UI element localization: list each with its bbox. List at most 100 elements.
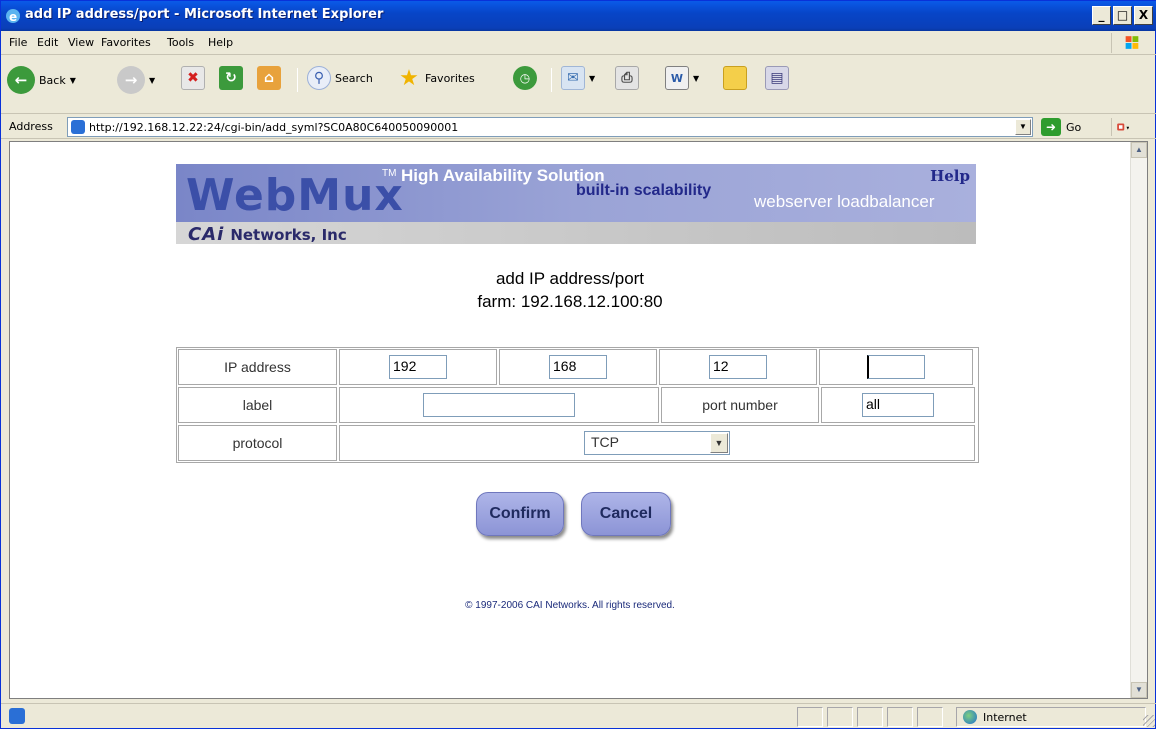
port-number-input[interactable]: all	[862, 393, 934, 417]
go-button[interactable]: ➜ Go	[1041, 118, 1081, 136]
ip-octet-1-input[interactable]: 192	[389, 355, 447, 379]
edit-button[interactable]: W ▼	[665, 66, 699, 90]
toolbar-separator	[551, 68, 552, 92]
folder-icon	[723, 66, 747, 90]
title-bar[interactable]: e add IP address/port - Microsoft Intern…	[1, 1, 1156, 31]
status-pane	[797, 707, 823, 727]
trademark-mark: TM	[382, 168, 397, 179]
scroll-up-icon[interactable]: ▲	[1131, 142, 1147, 158]
protocol-selected-value: TCP	[591, 434, 619, 450]
address-url: http://192.168.12.22:24/cgi-bin/add_syml…	[89, 121, 459, 134]
port-input-cell: all	[821, 387, 975, 423]
menu-bar: File Edit View Favorites Tools Help	[1, 31, 1156, 55]
protocol-label: protocol	[178, 425, 337, 461]
protocol-select-cell: TCP ▼	[339, 425, 975, 461]
vertical-scrollbar[interactable]: ▲ ▼	[1130, 142, 1147, 698]
protocol-select[interactable]: TCP ▼	[584, 431, 730, 455]
confirm-button[interactable]: Confirm	[476, 492, 564, 536]
forward-arrow-icon: →	[117, 66, 145, 94]
ip-octet-2-input[interactable]: 168	[549, 355, 607, 379]
label-input[interactable]	[423, 393, 575, 417]
label-label: label	[178, 387, 337, 423]
page-title: add IP address/port	[495, 269, 645, 288]
window-title: add IP address/port - Microsoft Internet…	[25, 7, 384, 22]
svg-text:▼: ▼	[1125, 126, 1129, 131]
address-input[interactable]: http://192.168.12.22:24/cgi-bin/add_syml…	[67, 117, 1033, 137]
octet-3-cell: 12	[659, 349, 817, 385]
port-number-label: port number	[661, 387, 819, 423]
windows-logo-icon	[1111, 33, 1139, 53]
label-row: label port number all	[177, 386, 978, 424]
toolbar-separator	[297, 68, 298, 92]
forward-button[interactable]: → ▼	[117, 66, 155, 94]
webmux-logo: WebMux	[186, 170, 404, 221]
company-name: Networks, Inc	[230, 225, 347, 244]
folder-button[interactable]	[723, 66, 747, 90]
search-button[interactable]: ⚲ Search	[307, 66, 373, 90]
scroll-down-icon[interactable]: ▼	[1131, 682, 1147, 698]
refresh-button[interactable]: ↻	[219, 66, 243, 90]
ip-octet-3-input[interactable]: 12	[709, 355, 767, 379]
cancel-button[interactable]: Cancel	[581, 492, 671, 536]
menu-help[interactable]: Help	[208, 36, 233, 49]
home-button[interactable]: ⌂	[257, 66, 281, 90]
ie-icon: e	[6, 9, 20, 24]
mail-icon: ✉	[561, 66, 585, 90]
toolbar: ← Back ▼ → ▼ ✖ ↻ ⌂ ⚲ Search ★ Favorites …	[1, 56, 1156, 114]
back-dropdown-icon[interactable]: ▼	[70, 76, 76, 85]
menu-edit[interactable]: Edit	[37, 36, 58, 49]
refresh-icon: ↻	[219, 66, 243, 90]
ip-octet-4-input[interactable]	[867, 355, 925, 379]
resize-grip-icon[interactable]	[1143, 715, 1155, 727]
webmux-banner: WebMux TM High Availability Solution bui…	[176, 164, 976, 245]
page-viewport: WebMux TM High Availability Solution bui…	[9, 141, 1148, 699]
menu-tools[interactable]: Tools	[167, 36, 194, 49]
copyright-text: © 1997-2006 CAI Networks. All rights res…	[465, 600, 675, 611]
forward-dropdown-icon[interactable]: ▼	[149, 76, 155, 85]
back-button[interactable]: ← Back ▼	[7, 66, 76, 94]
status-pane	[887, 707, 913, 727]
edit-dropdown-icon[interactable]: ▼	[693, 74, 699, 83]
menu-file[interactable]: File	[9, 36, 27, 49]
search-label: Search	[335, 71, 373, 85]
stop-button[interactable]: ✖	[181, 66, 205, 90]
links-icon[interactable]: ▼	[1111, 118, 1129, 136]
print-button[interactable]: ⎙	[615, 66, 639, 90]
print-icon: ⎙	[615, 66, 639, 90]
protocol-row: protocol TCP ▼	[177, 424, 978, 462]
status-pane	[917, 707, 943, 727]
add-ip-form-table: IP address 192 168 12 label port number …	[176, 347, 979, 463]
address-dropdown-icon[interactable]: ▼	[1015, 119, 1031, 135]
menu-view[interactable]: View	[68, 36, 94, 49]
help-link[interactable]: Help	[930, 167, 970, 185]
address-label: Address	[9, 120, 53, 133]
page-icon	[71, 120, 85, 134]
favorites-button[interactable]: ★ Favorites	[397, 66, 475, 91]
status-pane	[857, 707, 883, 727]
history-button[interactable]: ◷	[513, 66, 537, 90]
maximize-button[interactable]: □	[1113, 6, 1132, 25]
address-bar: Address http://192.168.12.22:24/cgi-bin/…	[1, 115, 1156, 139]
cai-mark: CAi	[188, 224, 225, 245]
search-icon: ⚲	[307, 66, 331, 90]
farm-subtitle: farm: 192.168.12.100:80	[477, 292, 663, 311]
octet-4-cell	[819, 349, 973, 385]
chevron-down-icon[interactable]: ▼	[710, 433, 728, 453]
history-icon: ◷	[513, 66, 537, 90]
octet-1-cell: 192	[339, 349, 497, 385]
svg-text:e: e	[9, 10, 17, 24]
close-button[interactable]: X	[1134, 6, 1153, 25]
research-button[interactable]: ▤	[765, 66, 789, 90]
label-input-cell	[339, 387, 659, 423]
home-icon: ⌂	[257, 66, 281, 90]
go-label: Go	[1066, 120, 1082, 134]
status-bar: Internet	[1, 703, 1156, 729]
minimize-button[interactable]: _	[1092, 6, 1111, 25]
octet-2-cell: 168	[499, 349, 657, 385]
menu-favorites[interactable]: Favorites	[101, 36, 151, 49]
mail-button[interactable]: ✉ ▼	[561, 66, 595, 90]
back-arrow-icon: ←	[7, 66, 35, 94]
browser-window: e add IP address/port - Microsoft Intern…	[0, 0, 1156, 729]
mail-dropdown-icon[interactable]: ▼	[589, 74, 595, 83]
security-zone: Internet	[963, 707, 1027, 727]
